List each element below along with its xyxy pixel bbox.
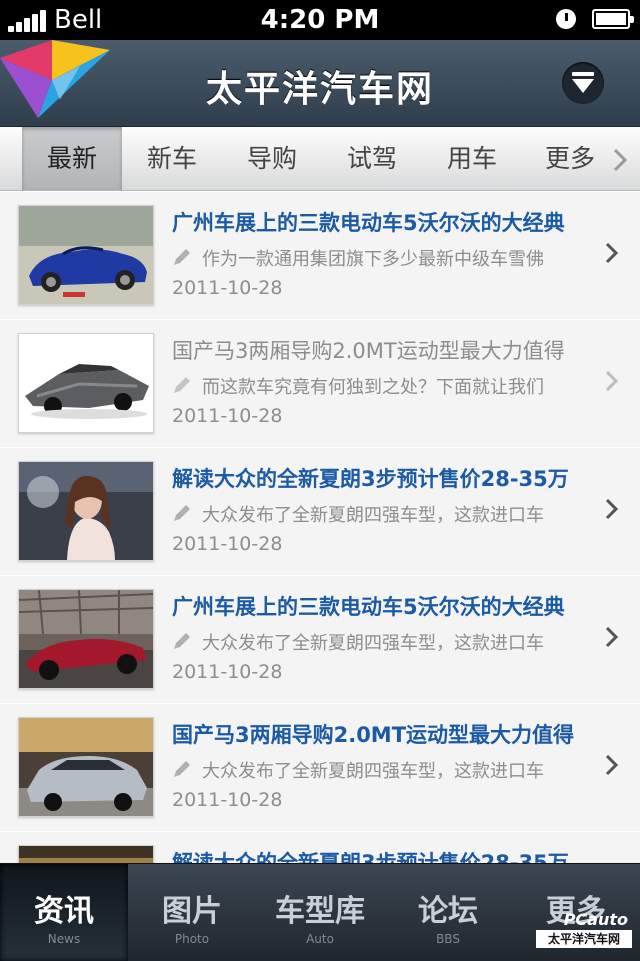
pencil-icon	[174, 249, 190, 265]
news-thumbnail	[18, 461, 154, 561]
nav-label: 车型库	[275, 894, 365, 929]
chevron-right-icon	[605, 242, 619, 264]
news-thumbnail	[18, 589, 154, 689]
news-title: 解读大众的全新夏朗3步预计售价28-35万	[172, 467, 569, 491]
tab-more[interactable]: 更多	[522, 127, 618, 190]
tab-buying-guide[interactable]: 导购	[222, 127, 322, 190]
pencil-icon	[174, 377, 190, 393]
news-item[interactable]: 国产马3两厢导购2.0MT运动型最大力值得 大众发布了全新夏朗四强车型，这款进口…	[0, 703, 640, 832]
title-bar: 太平洋汽车网	[0, 40, 640, 127]
status-bar: Bell 4:20 PM	[0, 0, 640, 40]
chevron-right-icon	[605, 626, 619, 648]
news-item[interactable]: 广州车展上的三款电动车5沃尔沃的大经典 作为一款通用集团旗下多少最新中级车雪佛 …	[0, 191, 640, 320]
news-title: 广州车展上的三款电动车5沃尔沃的大经典	[172, 211, 565, 235]
nav-sublabel: BBS	[436, 932, 460, 946]
tab-new-cars[interactable]: 新车	[122, 127, 222, 190]
news-summary: 作为一款通用集团旗下多少最新中级车雪佛	[202, 249, 544, 270]
news-title: 国产马3两厢导购2.0MT运动型最大力值得	[172, 723, 575, 747]
nav-car-models[interactable]: 车型库 Auto	[256, 864, 384, 961]
nav-forum[interactable]: 论坛 BBS	[384, 864, 512, 961]
dropdown-menu-button[interactable]	[562, 62, 604, 104]
app-title: 太平洋汽车网	[205, 69, 434, 110]
news-date: 2011-10-28	[172, 789, 283, 811]
pencil-icon	[174, 505, 190, 521]
status-time: 4:20 PM	[260, 5, 380, 35]
news-thumbnail	[18, 845, 154, 863]
news-item[interactable]: 国产马3两厢导购2.0MT运动型最大力值得 而这款车究竟有何独到之处？下面就让我…	[0, 319, 640, 448]
category-tabs: 最新 新车 导购 试驾 用车 更多	[0, 127, 640, 191]
news-list: 广州车展上的三款电动车5沃尔沃的大经典 作为一款通用集团旗下多少最新中级车雪佛 …	[0, 191, 640, 863]
news-thumbnail	[18, 205, 154, 305]
pencil-icon	[174, 633, 190, 649]
watermark-text: 太平洋汽车网	[536, 930, 632, 948]
news-date: 2011-10-28	[172, 661, 283, 683]
news-summary: 大众发布了全新夏朗四强车型，这款进口车	[202, 761, 544, 782]
chevron-right-icon	[605, 754, 619, 776]
news-thumbnail	[18, 717, 154, 817]
nav-label: 图片	[162, 894, 222, 929]
tab-latest[interactable]: 最新	[22, 127, 122, 190]
news-title: 广州车展上的三款电动车5沃尔沃的大经典	[172, 595, 565, 619]
watermark-brand: PCauto	[563, 910, 628, 929]
pcauto-watermark: PCauto 太平洋汽车网	[536, 910, 632, 954]
chevron-right-icon	[605, 370, 619, 392]
news-date: 2011-10-28	[172, 533, 283, 555]
nav-photos[interactable]: 图片 Photo	[128, 864, 256, 961]
nav-label: 资讯	[34, 894, 94, 929]
news-item[interactable]: 解读大众的全新夏朗3步预计售价28-35万	[0, 831, 640, 863]
news-item[interactable]: 广州车展上的三款电动车5沃尔沃的大经典 大众发布了全新夏朗四强车型，这款进口车 …	[0, 575, 640, 704]
news-thumbnail	[18, 333, 154, 433]
news-title: 国产马3两厢导购2.0MT运动型最大力值得	[172, 339, 565, 363]
news-summary: 大众发布了全新夏朗四强车型，这款进口车	[202, 505, 544, 526]
bottom-nav: 资讯 News 图片 Photo 车型库 Auto 论坛 BBS 更多 PCau…	[0, 863, 640, 961]
news-summary: 大众发布了全新夏朗四强车型，这款进口车	[202, 633, 544, 654]
nav-sublabel: Auto	[306, 932, 334, 946]
nav-sublabel: News	[47, 932, 81, 946]
pencil-icon	[174, 761, 190, 777]
news-date: 2011-10-28	[172, 277, 283, 299]
menu-down-icon	[572, 72, 594, 93]
news-item[interactable]: 解读大众的全新夏朗3步预计售价28-35万 大众发布了全新夏朗四强车型，这款进口…	[0, 447, 640, 576]
news-summary: 而这款车究竟有何独到之处？下面就让我们	[202, 377, 544, 398]
tab-car-use[interactable]: 用车	[422, 127, 522, 190]
nav-news[interactable]: 资讯 News	[0, 864, 128, 961]
battery-icon	[592, 9, 634, 29]
nav-sublabel: Photo	[174, 932, 210, 946]
nav-label: 论坛	[418, 894, 478, 929]
alarm-clock-icon	[556, 9, 576, 29]
news-title: 解读大众的全新夏朗3步预计售价28-35万	[172, 851, 569, 863]
scroll-right-icon[interactable]	[612, 147, 628, 173]
news-date: 2011-10-28	[172, 405, 283, 427]
tab-test-drive[interactable]: 试驾	[322, 127, 422, 190]
chevron-right-icon	[605, 498, 619, 520]
